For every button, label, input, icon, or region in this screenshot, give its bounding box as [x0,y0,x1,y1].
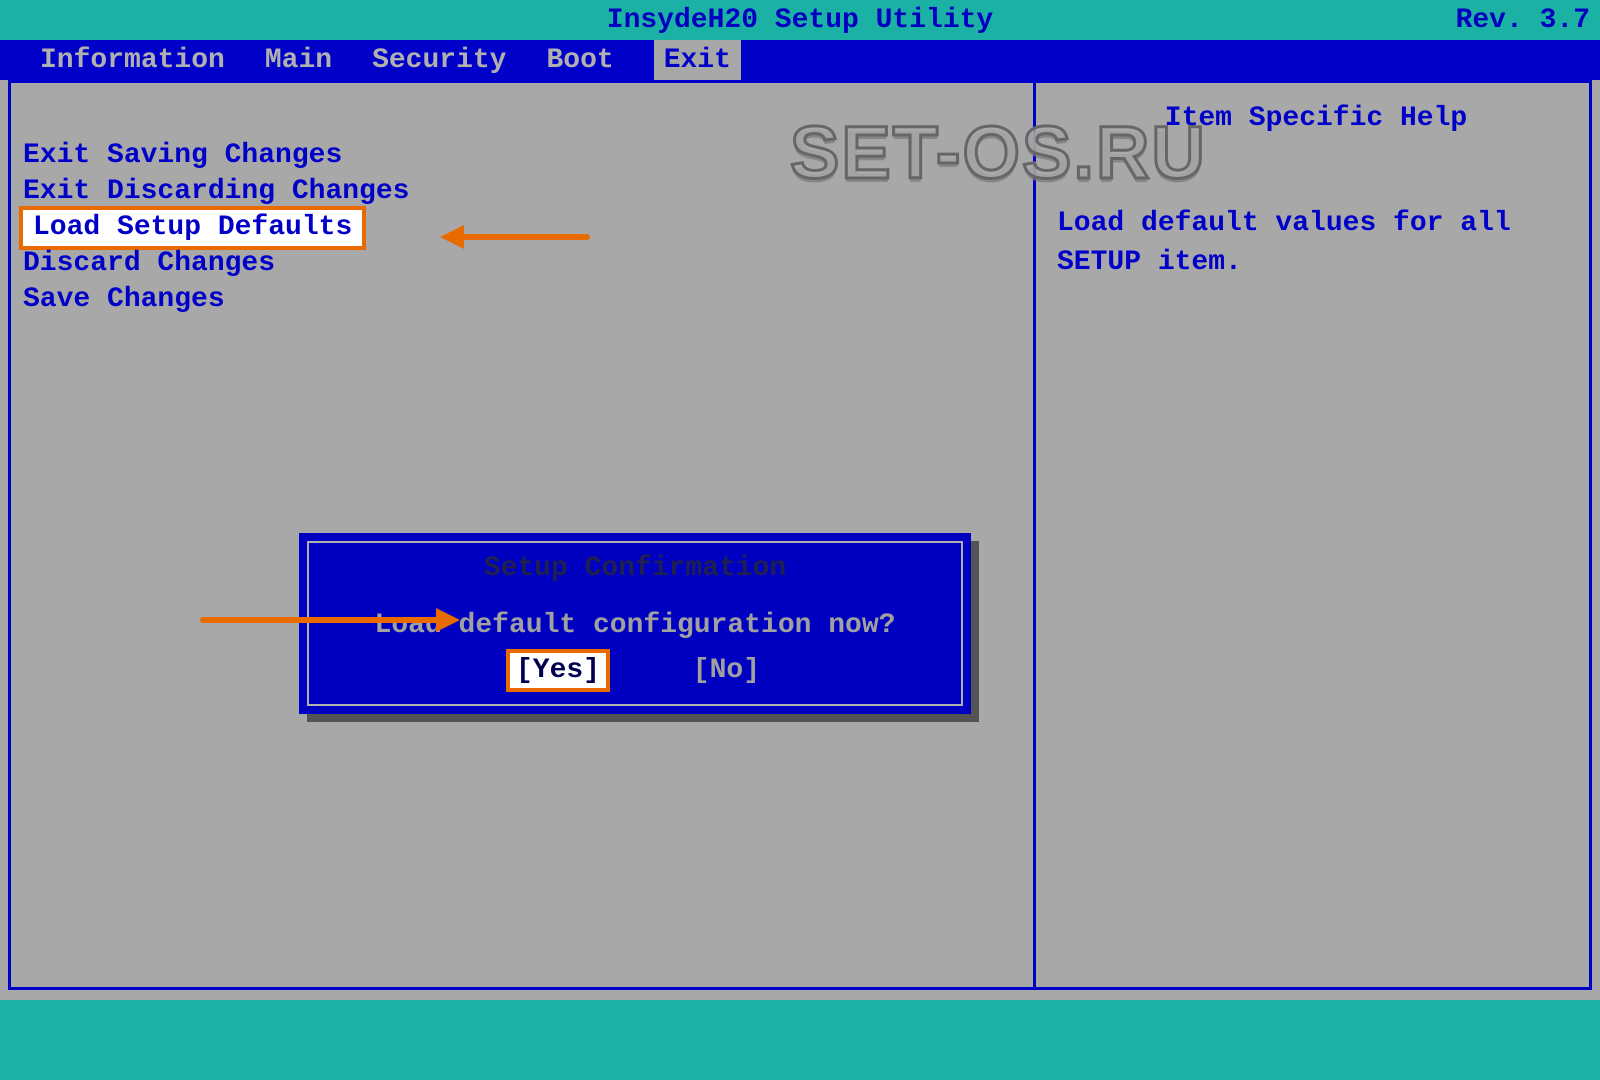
exit-item-discard-exit[interactable]: Exit Discarding Changes [19,174,409,210]
title-bar: InsydeH20 Setup Utility Rev. 3.7 [0,0,1600,40]
exit-item-load-defaults[interactable]: Load Setup Defaults [19,210,409,246]
dialog-no-button[interactable]: [No] [693,655,760,686]
app-title: InsydeH20 Setup Utility [607,5,993,36]
dialog-inner: Setup Confirmation Load default configur… [307,541,963,706]
pane-divider [1033,83,1036,987]
exit-item-save-exit[interactable]: Exit Saving Changes [19,138,409,174]
dialog-question: Load default configuration now? [329,610,941,641]
main-frame: Exit Saving Changes Exit Discarding Chan… [8,80,1592,990]
tab-exit[interactable]: Exit [654,40,741,80]
revision-label: Rev. 3.7 [1456,5,1590,36]
tab-main[interactable]: Main [265,45,332,76]
tab-boot[interactable]: Boot [546,45,613,76]
dialog-buttons: [Yes] [No] [329,653,941,688]
exit-item-save[interactable]: Save Changes [19,282,409,318]
exit-menu-list: Exit Saving Changes Exit Discarding Chan… [19,138,409,318]
dialog-yes-button[interactable]: [Yes] [510,653,606,688]
dialog-title: Setup Confirmation [329,553,941,584]
menu-bar: Information Main Security Boot Exit [0,40,1600,80]
tab-information[interactable]: Information [40,45,225,76]
help-body: Load default values for all SETUP item. [1057,204,1575,282]
exit-item-discard[interactable]: Discard Changes [19,246,409,282]
exit-item-load-defaults-label: Load Setup Defaults [23,210,362,246]
watermark: SET-OS.RU [790,110,1207,195]
confirmation-dialog: Setup Confirmation Load default configur… [299,533,971,714]
footer-help: F1 Help ↑↓ Select Item F5/F6 Change Valu… [0,1000,1600,1080]
tab-security[interactable]: Security [372,45,506,76]
